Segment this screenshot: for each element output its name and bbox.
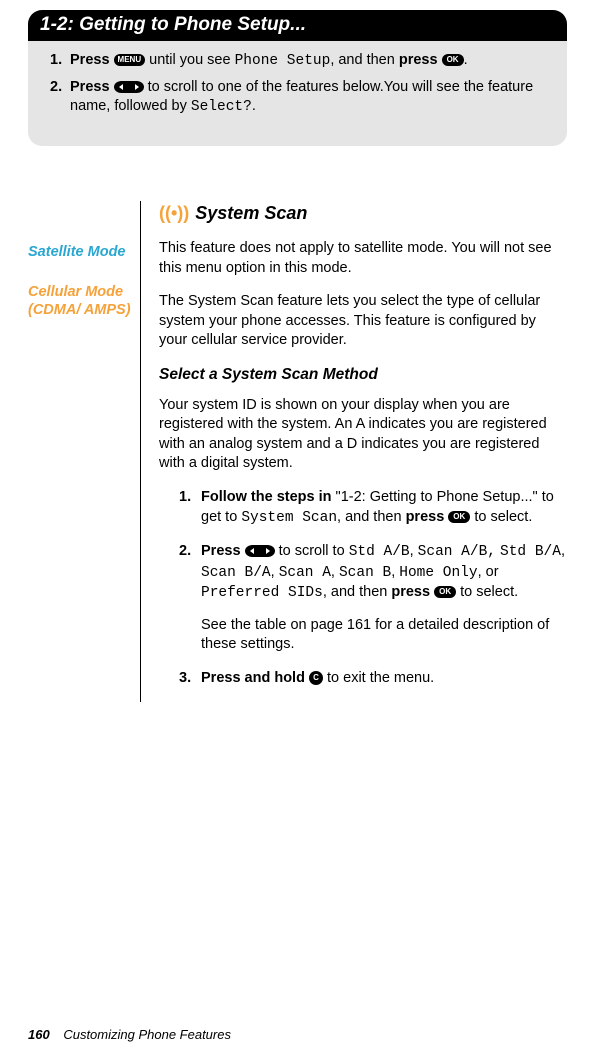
step-1: 1. Follow the steps in "1-2: Getting to …: [179, 488, 567, 528]
intro-paragraph: Your system ID is shown on your display …: [159, 396, 567, 474]
text: to select.: [470, 509, 532, 525]
step-3: 3. Press and hold C to exit the menu.: [179, 669, 567, 689]
text: , or: [478, 564, 499, 580]
procedure-title: 1-2: Getting to Phone Setup...: [40, 14, 306, 35]
text: ,: [410, 543, 418, 559]
scroll-button-icon: [114, 81, 144, 93]
ok-button-icon: OK: [442, 54, 464, 66]
lcd-text: Scan B/A: [201, 565, 271, 581]
text: press: [406, 509, 445, 525]
lcd-text: Preferred SIDs: [201, 585, 323, 601]
text: Press: [70, 79, 110, 95]
text: .: [252, 98, 256, 114]
satellite-paragraph: This feature does not apply to satellite…: [159, 239, 567, 278]
grey-step-2-num: 2.: [50, 78, 70, 118]
text: Press and hold: [201, 670, 305, 686]
grey-step-1-num: 1.: [50, 51, 70, 72]
step-3-body: Press and hold C to exit the menu.: [201, 669, 434, 689]
main-column: ((•)) System Scan This feature does not a…: [141, 201, 567, 703]
lcd-text: Std A/B: [349, 544, 410, 560]
c-button-icon: C: [309, 671, 323, 685]
lcd-text: Home Only: [399, 565, 477, 581]
grey-step-1-body: Press MENU until you see Phone Setup, an…: [70, 51, 468, 72]
section-title: System Scan: [195, 203, 307, 223]
text: Follow the steps in: [201, 489, 332, 505]
text: until you see: [145, 52, 234, 68]
sidebar: Satellite Mode Cellular Mode (CDMA/ AMPS…: [28, 201, 141, 703]
step-2: 2. Press to scroll to Std A/B, Scan A/B,…: [179, 542, 567, 655]
scroll-button-icon: [245, 545, 275, 557]
lcd-text: Scan A: [279, 565, 331, 581]
numbered-steps: 1. Follow the steps in "1-2: Getting to …: [179, 488, 567, 689]
text: , and then: [337, 509, 406, 525]
text: ,: [561, 543, 565, 559]
text: ,: [331, 564, 339, 580]
lcd-text: Select?: [191, 99, 252, 115]
text: to scroll to: [275, 543, 349, 559]
lcd-text: System Scan: [241, 510, 337, 526]
text: Press: [70, 52, 110, 68]
step-2-body: Press to scroll to Std A/B, Scan A/B, St…: [201, 542, 567, 655]
procedure-steps-box: 1. Press MENU until you see Phone Setup,…: [28, 41, 567, 146]
subheading: Select a System Scan Method: [159, 365, 567, 386]
step-1-num: 1.: [179, 488, 201, 528]
page-chapter-title: Customizing Phone Features: [63, 1027, 231, 1042]
lcd-text: Scan B: [339, 565, 391, 581]
sidebar-satellite-mode: Satellite Mode: [28, 243, 136, 261]
procedure-header: 1-2: Getting to Phone Setup...: [28, 10, 567, 41]
step-1-body: Follow the steps in "1-2: Getting to Pho…: [201, 488, 567, 528]
content-area: Satellite Mode Cellular Mode (CDMA/ AMPS…: [28, 201, 567, 703]
lcd-text: Std B/A: [500, 544, 561, 560]
page-number: 160: [28, 1027, 50, 1042]
menu-button-icon: MENU: [114, 54, 146, 66]
text: .: [464, 52, 468, 68]
text: , and then: [323, 584, 392, 600]
text: press: [391, 584, 430, 600]
step-2-followup: See the table on page 161 for a detailed…: [201, 616, 567, 655]
grey-step-1: 1. Press MENU until you see Phone Setup,…: [50, 51, 545, 72]
text: to select.: [456, 584, 518, 600]
ok-button-icon: OK: [448, 511, 470, 523]
step-2-num: 2.: [179, 542, 201, 655]
section-heading: ((•)) System Scan: [159, 201, 567, 225]
page-footer: 160 Customizing Phone Features: [28, 1027, 231, 1042]
text: to exit the menu.: [323, 670, 434, 686]
ok-button-icon: OK: [434, 586, 456, 598]
text: ,: [271, 564, 279, 580]
lcd-text: Scan A/B,: [418, 544, 496, 560]
text: press: [399, 52, 438, 68]
antenna-icon: ((•)): [159, 203, 189, 223]
text: Press: [201, 543, 241, 559]
grey-step-2-body: Press to scroll to one of the features b…: [70, 78, 545, 118]
text: , and then: [330, 52, 399, 68]
cellular-paragraph: The System Scan feature lets you select …: [159, 292, 567, 351]
step-3-num: 3.: [179, 669, 201, 689]
grey-step-2: 2. Press to scroll to one of the feature…: [50, 78, 545, 118]
lcd-text: Phone Setup: [235, 53, 331, 69]
sidebar-cellular-mode: Cellular Mode (CDMA/ AMPS): [28, 283, 136, 319]
